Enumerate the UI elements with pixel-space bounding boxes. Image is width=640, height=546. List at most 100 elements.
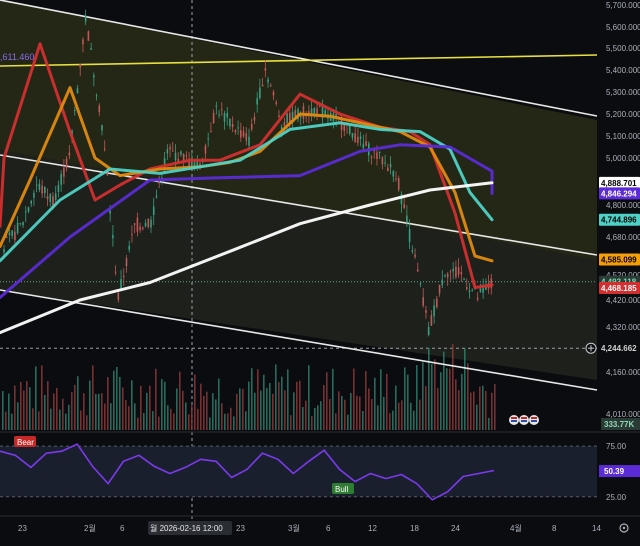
volume-bar xyxy=(272,393,274,430)
volume-bar xyxy=(365,371,367,430)
candle-body xyxy=(389,164,392,168)
volume-bar xyxy=(290,415,292,430)
volume-bar xyxy=(236,393,238,430)
candle-body xyxy=(242,131,245,137)
time-axis-tick-label: 12 xyxy=(368,524,377,533)
volume-bar xyxy=(347,414,349,430)
volume-bar xyxy=(329,399,331,430)
price-axis-tick-label: 5,600.000 xyxy=(606,23,640,32)
volume-bar xyxy=(485,390,487,430)
price-axis-tick-label: 4,320.000 xyxy=(606,323,640,332)
volume-bar xyxy=(296,381,298,430)
event-flag-icon xyxy=(521,417,527,419)
volume-bar xyxy=(149,385,151,430)
candle-body xyxy=(139,226,141,231)
volume-tag-label: 333.77K xyxy=(604,420,634,429)
volume-bar xyxy=(221,403,223,430)
volume-bar xyxy=(314,407,316,430)
candle-body xyxy=(144,222,147,227)
volume-bar xyxy=(86,415,88,430)
candle-body xyxy=(112,235,114,239)
candle-body xyxy=(22,222,24,226)
volume-bar xyxy=(26,381,28,430)
price-tag-label: 4,468.185 xyxy=(601,284,637,293)
bull-signal-label: Bull xyxy=(335,485,349,494)
price-axis-tick-label: 4,420.000 xyxy=(606,296,640,305)
volume-bar xyxy=(443,351,445,430)
volume-bar xyxy=(479,386,481,430)
candle-body xyxy=(46,196,49,200)
price-axis-tick-label: 5,000.000 xyxy=(606,154,640,163)
candle-body xyxy=(24,211,27,213)
volume-bar xyxy=(20,381,22,430)
price-axis-tick-label: 5,300.000 xyxy=(606,88,640,97)
price-chart[interactable]: 4,010.0004,160.0004,320.0004,420.0004,52… xyxy=(0,0,640,541)
candle-body xyxy=(237,127,239,129)
volume-bar xyxy=(473,391,475,430)
volume-bar xyxy=(245,411,247,430)
candle-body xyxy=(245,133,248,141)
volume-bar xyxy=(68,404,70,430)
price-tag-label: 4,244.662 xyxy=(601,344,637,353)
candle-body xyxy=(387,167,389,172)
candle-body xyxy=(441,279,444,286)
volume-bar xyxy=(101,393,103,430)
candle-body xyxy=(103,148,106,150)
candle-body xyxy=(220,109,223,111)
volume-bar xyxy=(491,392,493,430)
volume-bar xyxy=(209,417,211,430)
candle-body xyxy=(479,288,482,292)
volume-bar xyxy=(344,399,346,430)
candle-body xyxy=(436,298,438,307)
candle-body xyxy=(215,105,218,107)
volume-bar xyxy=(368,388,370,430)
candle-body xyxy=(136,217,139,232)
volume-bar xyxy=(227,413,229,430)
volume-bar xyxy=(92,365,94,430)
candle-body xyxy=(226,112,229,118)
volume-bar xyxy=(326,372,328,430)
candle-body xyxy=(204,145,207,154)
candle-body xyxy=(370,156,373,158)
candle-body xyxy=(455,266,457,278)
volume-bar xyxy=(206,391,208,430)
oscillator-axis-tick-label: 75.00 xyxy=(606,442,627,451)
volume-bar xyxy=(215,399,217,430)
price-axis-tick-label: 5,100.000 xyxy=(606,132,640,141)
candle-body xyxy=(395,178,397,180)
candle-body xyxy=(449,271,452,273)
volume-bar xyxy=(176,388,178,430)
candle-body xyxy=(384,162,386,164)
time-axis-tick-label: 23 xyxy=(18,524,27,533)
volume-bar xyxy=(440,372,442,430)
candle-body xyxy=(354,133,356,143)
candle-body xyxy=(411,250,414,252)
candle-body xyxy=(73,109,76,111)
candle-body xyxy=(174,152,177,161)
volume-bar xyxy=(461,373,463,430)
settings-gear-icon xyxy=(622,526,626,530)
candle-body xyxy=(408,229,411,242)
candle-body xyxy=(169,147,171,150)
volume-bar xyxy=(428,347,430,430)
volume-bar xyxy=(62,398,64,430)
candle-body xyxy=(93,75,95,78)
candle-body xyxy=(120,279,122,289)
price-tag-label: 4,585.099 xyxy=(601,256,637,265)
volume-bar xyxy=(50,408,52,430)
chart-container[interactable]: 4,010.000 4,160.000 4,320.000 4,420.000 4,52… xyxy=(0,0,640,541)
volume-bar xyxy=(65,413,67,430)
candle-body xyxy=(30,200,33,204)
volume-bar xyxy=(281,376,283,430)
candle-body xyxy=(76,88,79,93)
volume-bar xyxy=(377,405,379,430)
price-axis-tick-label: 4,010.000 xyxy=(606,410,640,419)
candle-body xyxy=(212,112,215,123)
candle-body xyxy=(359,136,362,139)
candle-body xyxy=(397,178,400,190)
price-axis-tick-label: 5,700.000 xyxy=(606,1,640,10)
volume-bar xyxy=(212,393,214,430)
oscillator-band xyxy=(0,446,597,497)
volume-bar xyxy=(203,395,205,430)
candle-body xyxy=(27,207,30,212)
